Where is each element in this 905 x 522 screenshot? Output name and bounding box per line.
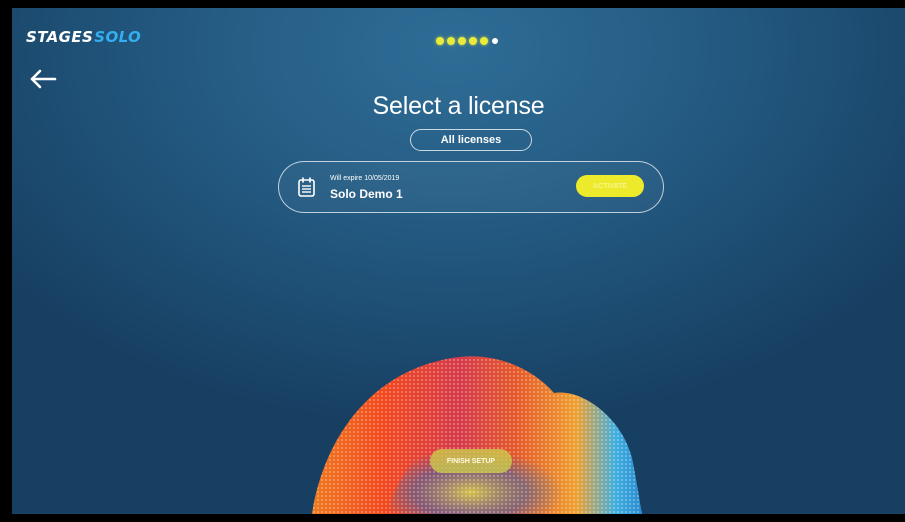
brand-logo-solo: SOLO [94,28,142,46]
arrow-left-icon [30,69,57,89]
license-expiry-text: Will expire 10/05/2019 [330,175,400,182]
app-screen: STAGESSOLO Select a license All licenses… [12,8,905,514]
license-card[interactable]: Will expire 10/05/2019 Solo Demo 1 ACTIV… [278,161,664,213]
brand-logo-stages: STAGES [26,28,94,46]
license-filter-button[interactable]: All licenses [410,129,532,151]
3d-mesh-graphic [312,356,642,514]
finish-setup-button[interactable]: FINISH SETUP [430,449,512,473]
progress-dot-complete [436,37,444,45]
progress-dot-complete [469,37,477,45]
setup-progress-dots [436,37,498,45]
progress-dot-complete [458,37,466,45]
progress-dot-current [492,38,498,44]
brand-logo: STAGESSOLO [26,30,141,45]
page-title: Select a license [372,92,545,120]
progress-dot-complete [480,37,488,45]
license-name: Solo Demo 1 [330,187,403,201]
progress-dot-complete [447,37,455,45]
back-button[interactable] [28,68,58,90]
activate-button[interactable]: ACTIVATE [576,175,644,197]
calendar-icon [298,177,315,197]
